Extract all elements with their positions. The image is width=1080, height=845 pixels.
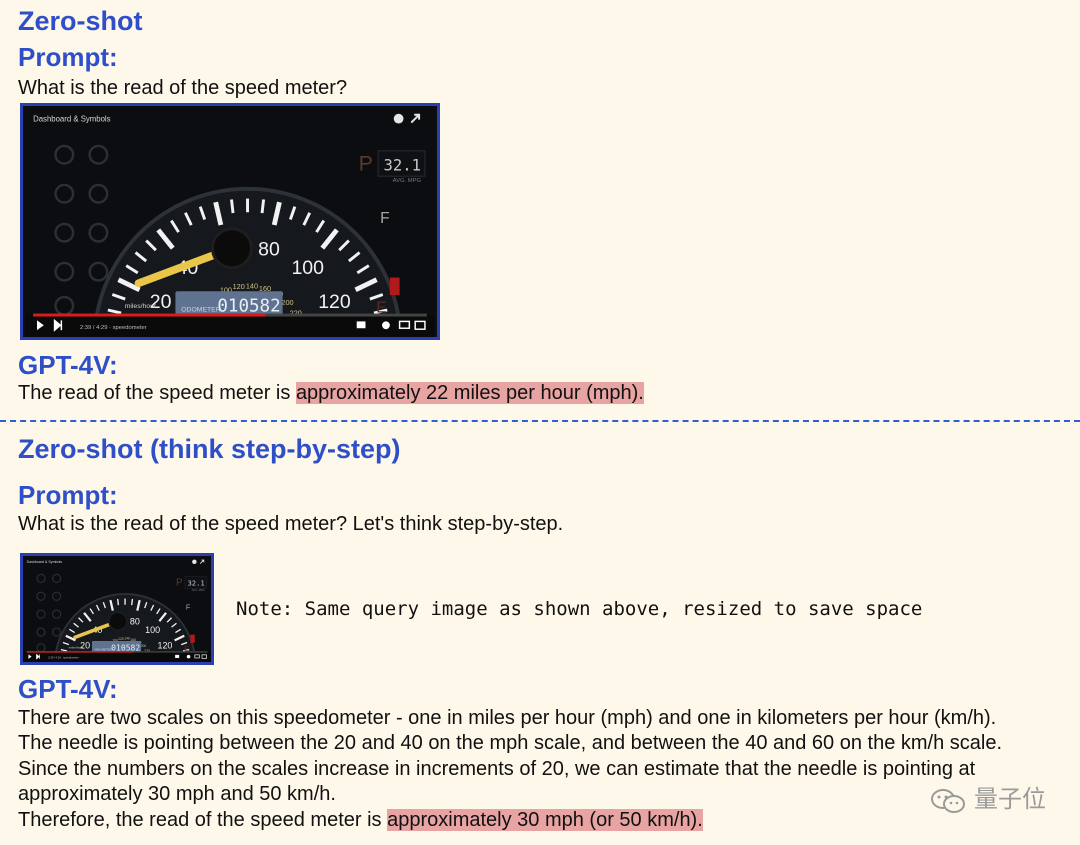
mph-label: 100 [145, 625, 160, 635]
gauge-tick [117, 598, 120, 606]
section1-prompt-label: Prompt: [18, 42, 118, 72]
fuel-warning-icon [389, 277, 400, 296]
kmh-label: 140 [246, 281, 258, 290]
captions-icon [175, 654, 180, 658]
kmh-label: 120 [118, 637, 124, 641]
settings-gear-icon [382, 321, 390, 330]
gauge-tick [131, 598, 134, 606]
final-prefix: Therefore, the read of the speed meter i… [18, 809, 388, 831]
gear-indicator: P [176, 578, 183, 589]
needle-hub [108, 611, 128, 631]
clock-icon [192, 559, 197, 565]
kmh-label: 200 [141, 644, 147, 648]
unit-label: miles/hour [125, 303, 157, 310]
speedometer-graphic: 0204060801001201404060801001201401601802… [25, 106, 435, 337]
note-text: Note: Same query image as shown above, r… [236, 598, 923, 620]
mph-label: 80 [130, 617, 140, 627]
odometer-label: ODOMETER [181, 307, 220, 314]
odometer-value: 010582 [111, 643, 140, 652]
needle-hub [210, 227, 253, 270]
speedometer-graphic-small: 0204060801001201404060801001201401601802… [23, 556, 211, 662]
unit-label: miles/hour [69, 646, 83, 650]
answer-line: The needle is pointing between the 20 an… [18, 732, 1003, 754]
mpg-label: AVG. MPG [393, 178, 422, 184]
fuel-full-label: F [186, 604, 191, 612]
speedometer-image-small: 0204060801001201404060801001201401601802… [20, 553, 214, 665]
answer-line: There are two scales on this speedometer… [18, 707, 997, 729]
section-divider [0, 420, 1080, 422]
mpg-value: 32.1 [384, 156, 422, 174]
section1-heading: Zero-shot [18, 6, 143, 36]
kmh-label: 140 [124, 637, 130, 641]
watermark-text: 量子位 [974, 786, 1046, 814]
section1-answer-highlight: approximately 22 miles per hour (mph). [295, 382, 644, 404]
mph-label: 120 [157, 641, 172, 651]
progress-fill [26, 651, 134, 653]
clock-icon [393, 113, 404, 124]
answer-line: Since the numbers on the scales increase… [18, 758, 976, 780]
settings-gear-icon [186, 654, 191, 659]
odometer-label: ODOMETER [95, 647, 114, 651]
section1-prompt-text: What is the read of the speed meter? [18, 77, 348, 99]
section1-answer-prefix: The read of the speed meter is [18, 382, 296, 404]
section2-prompt-label: Prompt: [18, 480, 118, 510]
video-time: 2:39 / 4:29 · speedometer [48, 655, 79, 659]
fuel-warning-icon [190, 634, 195, 643]
mpg-value: 32.1 [187, 579, 204, 588]
progress-fill [33, 313, 266, 317]
video-title: Dashboard & Symbols [27, 560, 63, 564]
mph-label: 100 [291, 257, 324, 279]
mph-label: 80 [258, 239, 280, 261]
mph-label: 120 [318, 291, 351, 313]
section2-heading: Zero-shot (think step-by-step) [18, 434, 401, 464]
speedometer-image-large: 0204060801001201404060801001201401601802… [20, 103, 440, 340]
section2-answer-label: GPT-4V: [18, 674, 118, 704]
mpg-label: AVG. MPG [192, 588, 205, 592]
gauge-tick [260, 199, 266, 214]
kmh-label: 200 [281, 298, 293, 307]
video-time: 2:39 / 4:29 · speedometer [80, 325, 147, 331]
video-title: Dashboard & Symbols [33, 115, 111, 124]
fuel-full-label: F [380, 210, 390, 227]
answer-line: approximately 30 mph and 50 km/h. [18, 783, 336, 805]
section1-answer: The read of the speed meter is approxima… [18, 381, 644, 406]
gauge-tick [230, 199, 235, 214]
final-highlight: approximately 30 mph (or 50 km/h). [387, 809, 703, 831]
kmh-label: 120 [233, 282, 245, 291]
section2-prompt-text: What is the read of the speed meter? Let… [18, 513, 564, 535]
section1-answer-label: GPT-4V: [18, 350, 118, 380]
wechat-icon [931, 789, 966, 813]
watermark: 量子位 [929, 779, 1046, 815]
gear-indicator: P [359, 151, 373, 175]
answer-final-line: Therefore, the read of the speed meter i… [18, 808, 703, 833]
captions-icon [356, 321, 366, 329]
